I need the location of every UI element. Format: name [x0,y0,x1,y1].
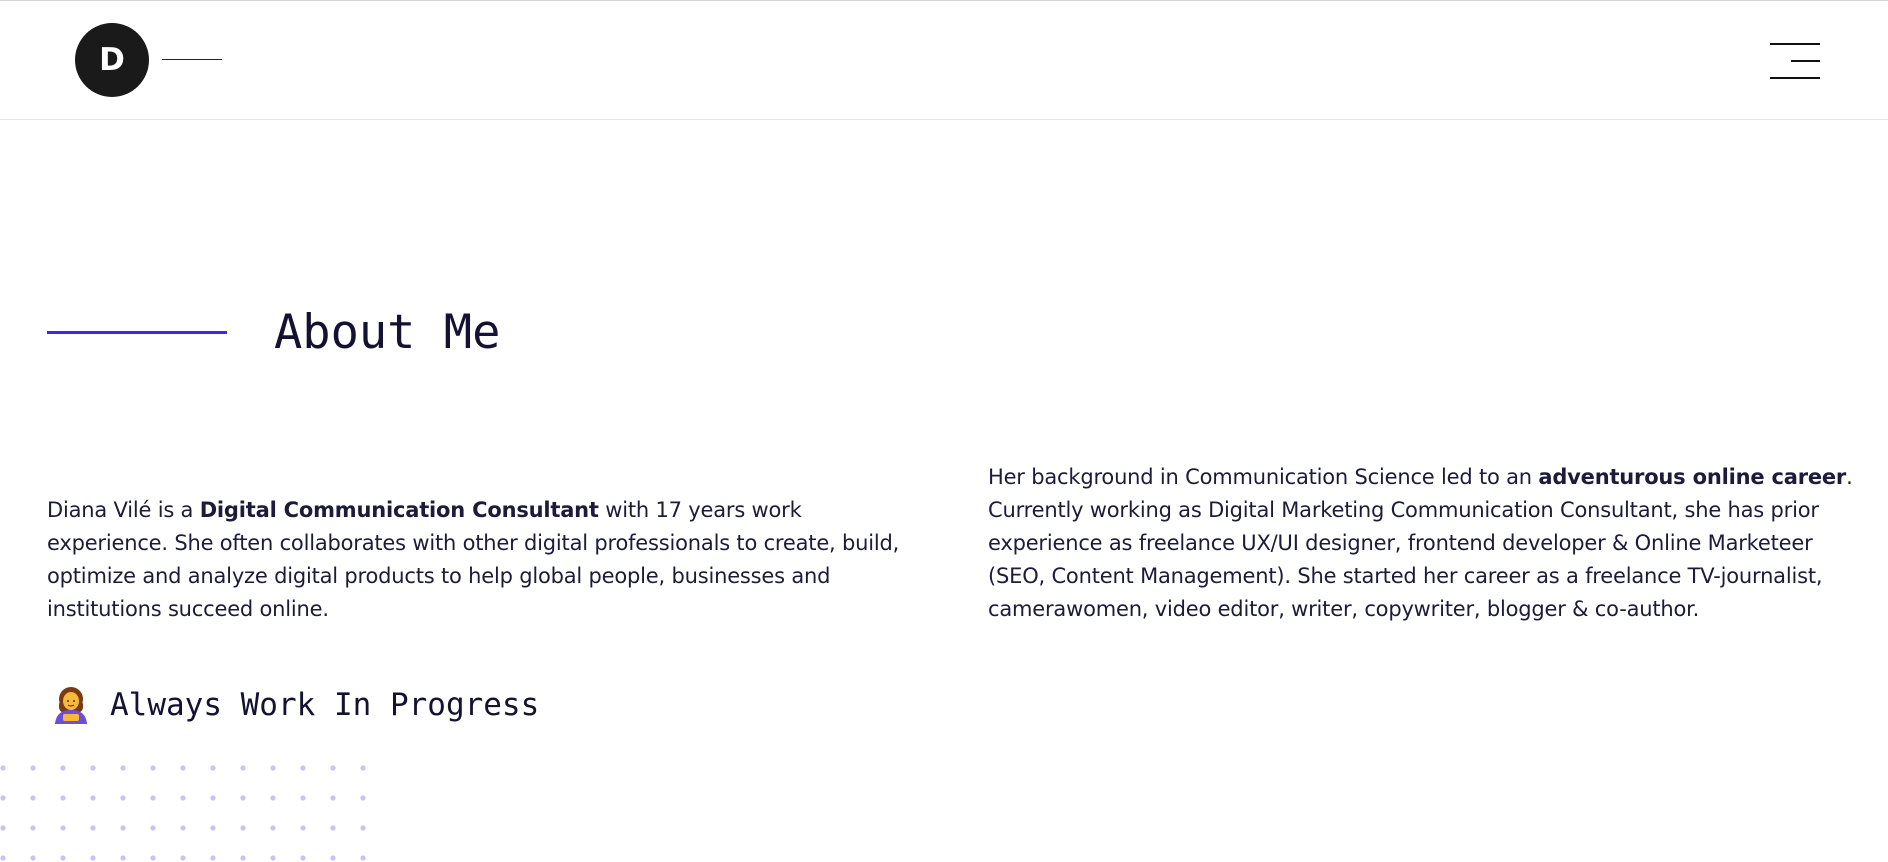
decorative-dot [330,825,336,831]
decorative-dot [360,795,366,801]
decorative-dot [120,855,126,861]
decorative-dot [300,795,306,801]
decorative-dot [210,855,216,861]
decorative-dot [210,765,216,771]
decorative-dot [0,795,6,801]
decorative-dot [90,795,96,801]
decorative-dot [90,765,96,771]
about-paragraph-right: Her background in Communication Science … [988,461,1868,626]
decorative-dot [330,795,336,801]
page: D About Me Diana Vilé is a Digital Commu… [0,0,1888,862]
left-text-intro: Diana Vilé is a [47,498,200,522]
decorative-dot [90,855,96,861]
section-accent-line [47,331,227,334]
menu-bar-bottom [1770,77,1820,79]
decorative-dot [330,765,336,771]
decorative-dot [150,765,156,771]
decorative-dot [30,765,36,771]
decorative-dot [60,765,66,771]
decorative-dot [180,765,186,771]
decorative-dot [180,795,186,801]
woman-technologist-icon [55,687,87,724]
decorative-dot [300,855,306,861]
decorative-dot [300,825,306,831]
decorative-dot [360,765,366,771]
menu-bar-top [1770,43,1820,45]
decorative-dot [60,825,66,831]
site-header: D [0,1,1888,120]
decorative-dot [210,825,216,831]
decorative-dot [150,825,156,831]
decorative-dot [270,825,276,831]
decorative-dot [0,855,6,861]
right-text-intro: Her background in Communication Science … [988,465,1539,489]
decorative-dot [180,825,186,831]
decorative-dot [120,795,126,801]
decorative-dot [240,795,246,801]
decorative-dot [360,855,366,861]
logo-divider [162,59,222,60]
decorative-dot [90,825,96,831]
decorative-dot [180,855,186,861]
decorative-dot [330,855,336,861]
decorative-dot [150,855,156,861]
logo-letter: D [99,42,125,78]
decorative-dot [240,825,246,831]
work-in-progress-label: Always Work In Progress [110,687,540,723]
section-title: About Me [274,305,501,360]
left-text-highlight: Digital Communication Consultant [199,498,599,522]
decorative-dot [30,825,36,831]
right-text-highlight: adventurous online career [1538,465,1847,489]
decorative-dot [0,825,6,831]
decorative-dot [210,795,216,801]
decorative-dot [0,765,6,771]
work-in-progress: Always Work In Progress [50,684,539,726]
about-paragraph-left: Diana Vilé is a Digital Communication Co… [47,494,927,626]
hamburger-menu-icon[interactable] [1766,41,1820,83]
decorative-dot [240,855,246,861]
decorative-dot [60,855,66,861]
decorative-dot [30,795,36,801]
menu-bar-middle [1791,60,1820,62]
decorative-dot [360,825,366,831]
decorative-dot [120,825,126,831]
decorative-dot [240,765,246,771]
decorative-dot [120,765,126,771]
dot-pattern-decoration [0,765,366,861]
decorative-dot [150,795,156,801]
decorative-dot [270,855,276,861]
logo-link[interactable]: D [75,23,149,97]
decorative-dot [270,795,276,801]
decorative-dot [270,765,276,771]
decorative-dot [60,795,66,801]
decorative-dot [300,765,306,771]
decorative-dot [30,855,36,861]
